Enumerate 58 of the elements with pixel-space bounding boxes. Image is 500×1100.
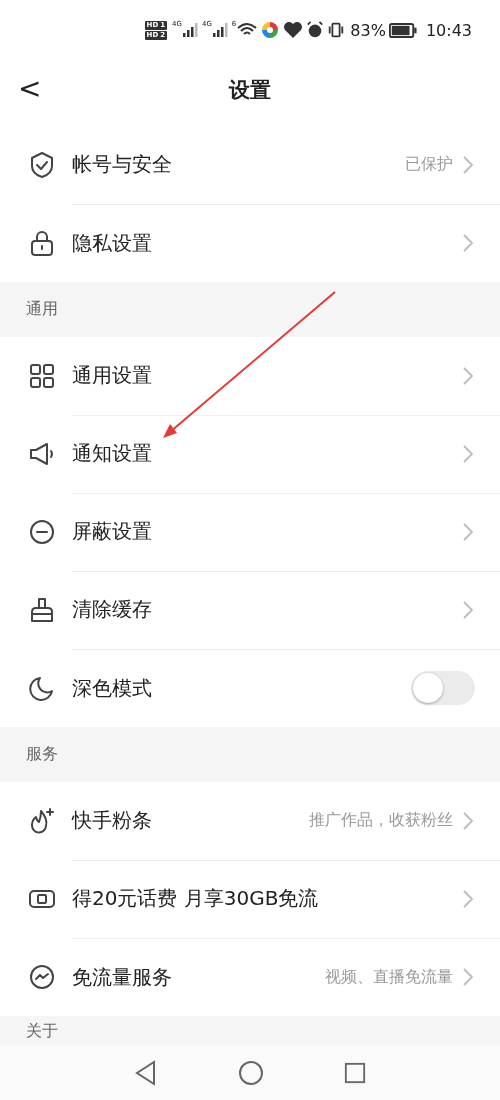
settings-row[interactable]: 隐私设置 [0, 204, 500, 282]
back-nav-icon[interactable] [134, 1059, 158, 1086]
page-title: 设置 [229, 77, 271, 104]
back-button[interactable]: < [14, 72, 46, 106]
minus-icon [28, 518, 56, 546]
chevron-icon [463, 234, 473, 252]
section-header: 服务 [25, 743, 59, 765]
row-label: 隐私设置 [72, 229, 153, 257]
settings-row[interactable]: 得20元话费 月享30GB免流 [0, 860, 500, 938]
wave-icon [28, 963, 56, 991]
battery-level: 83% [350, 20, 386, 40]
settings-row[interactable]: 帐号与安全 已保护 [0, 126, 500, 204]
flame-icon [28, 807, 56, 835]
row-label: 帐号与安全 [72, 151, 173, 178]
settings-row[interactable]: 屏蔽设置 [0, 493, 500, 571]
section-header: 通用 [25, 298, 59, 320]
home-nav-icon[interactable] [238, 1059, 264, 1086]
recents-nav-icon[interactable] [344, 1061, 366, 1084]
chevron-icon [463, 811, 473, 830]
vibrate-icon [327, 21, 346, 39]
grid-icon [28, 362, 56, 390]
signal-icon [182, 23, 199, 37]
alarm-icon [306, 21, 325, 39]
settings-row[interactable]: 通用设置 [0, 337, 500, 415]
row-value: 推广作品，收获粉丝 [309, 810, 453, 831]
chevron-icon [463, 366, 473, 385]
settings-row[interactable]: 快手粉条 推广作品，收获粉丝 [0, 782, 500, 860]
battery-icon [388, 22, 417, 38]
heart-icon [283, 21, 304, 39]
moon-icon [28, 674, 56, 702]
chevron-icon [463, 600, 473, 619]
row-value: 已保护 [405, 154, 453, 175]
row-value: 视频、直播免流量 [325, 966, 453, 988]
row-label: 免流量服务 [72, 963, 173, 991]
settings-row[interactable]: 深色模式 [0, 649, 500, 727]
chevron-icon [463, 968, 473, 986]
row-label: 得20元话费 月享30GB免流 [72, 885, 320, 912]
row-label: 清除缓存 [72, 596, 153, 623]
speaker-icon [28, 440, 56, 468]
clock: 10:43 [425, 20, 472, 40]
row-label: 通用设置 [72, 362, 153, 389]
lock-icon [28, 229, 56, 257]
settings-row[interactable]: 免流量服务 视频、直播免流量 [0, 938, 500, 1016]
section-header: 关于 [25, 1020, 59, 1040]
chevron-icon [463, 522, 473, 541]
broom-icon [28, 596, 56, 624]
app-logo-icon [260, 20, 281, 40]
shield-icon [28, 151, 56, 179]
row-label: 屏蔽设置 [72, 518, 153, 545]
chevron-icon [463, 155, 473, 174]
toggle-switch[interactable] [411, 671, 475, 705]
row-label: 深色模式 [72, 674, 153, 702]
chevron-icon [463, 889, 473, 908]
row-label: 通知设置 [72, 440, 153, 467]
settings-row[interactable]: 清除缓存 [0, 571, 500, 649]
chevron-icon [463, 444, 473, 463]
row-label: 快手粉条 [72, 807, 153, 834]
signal-icon [212, 23, 229, 37]
